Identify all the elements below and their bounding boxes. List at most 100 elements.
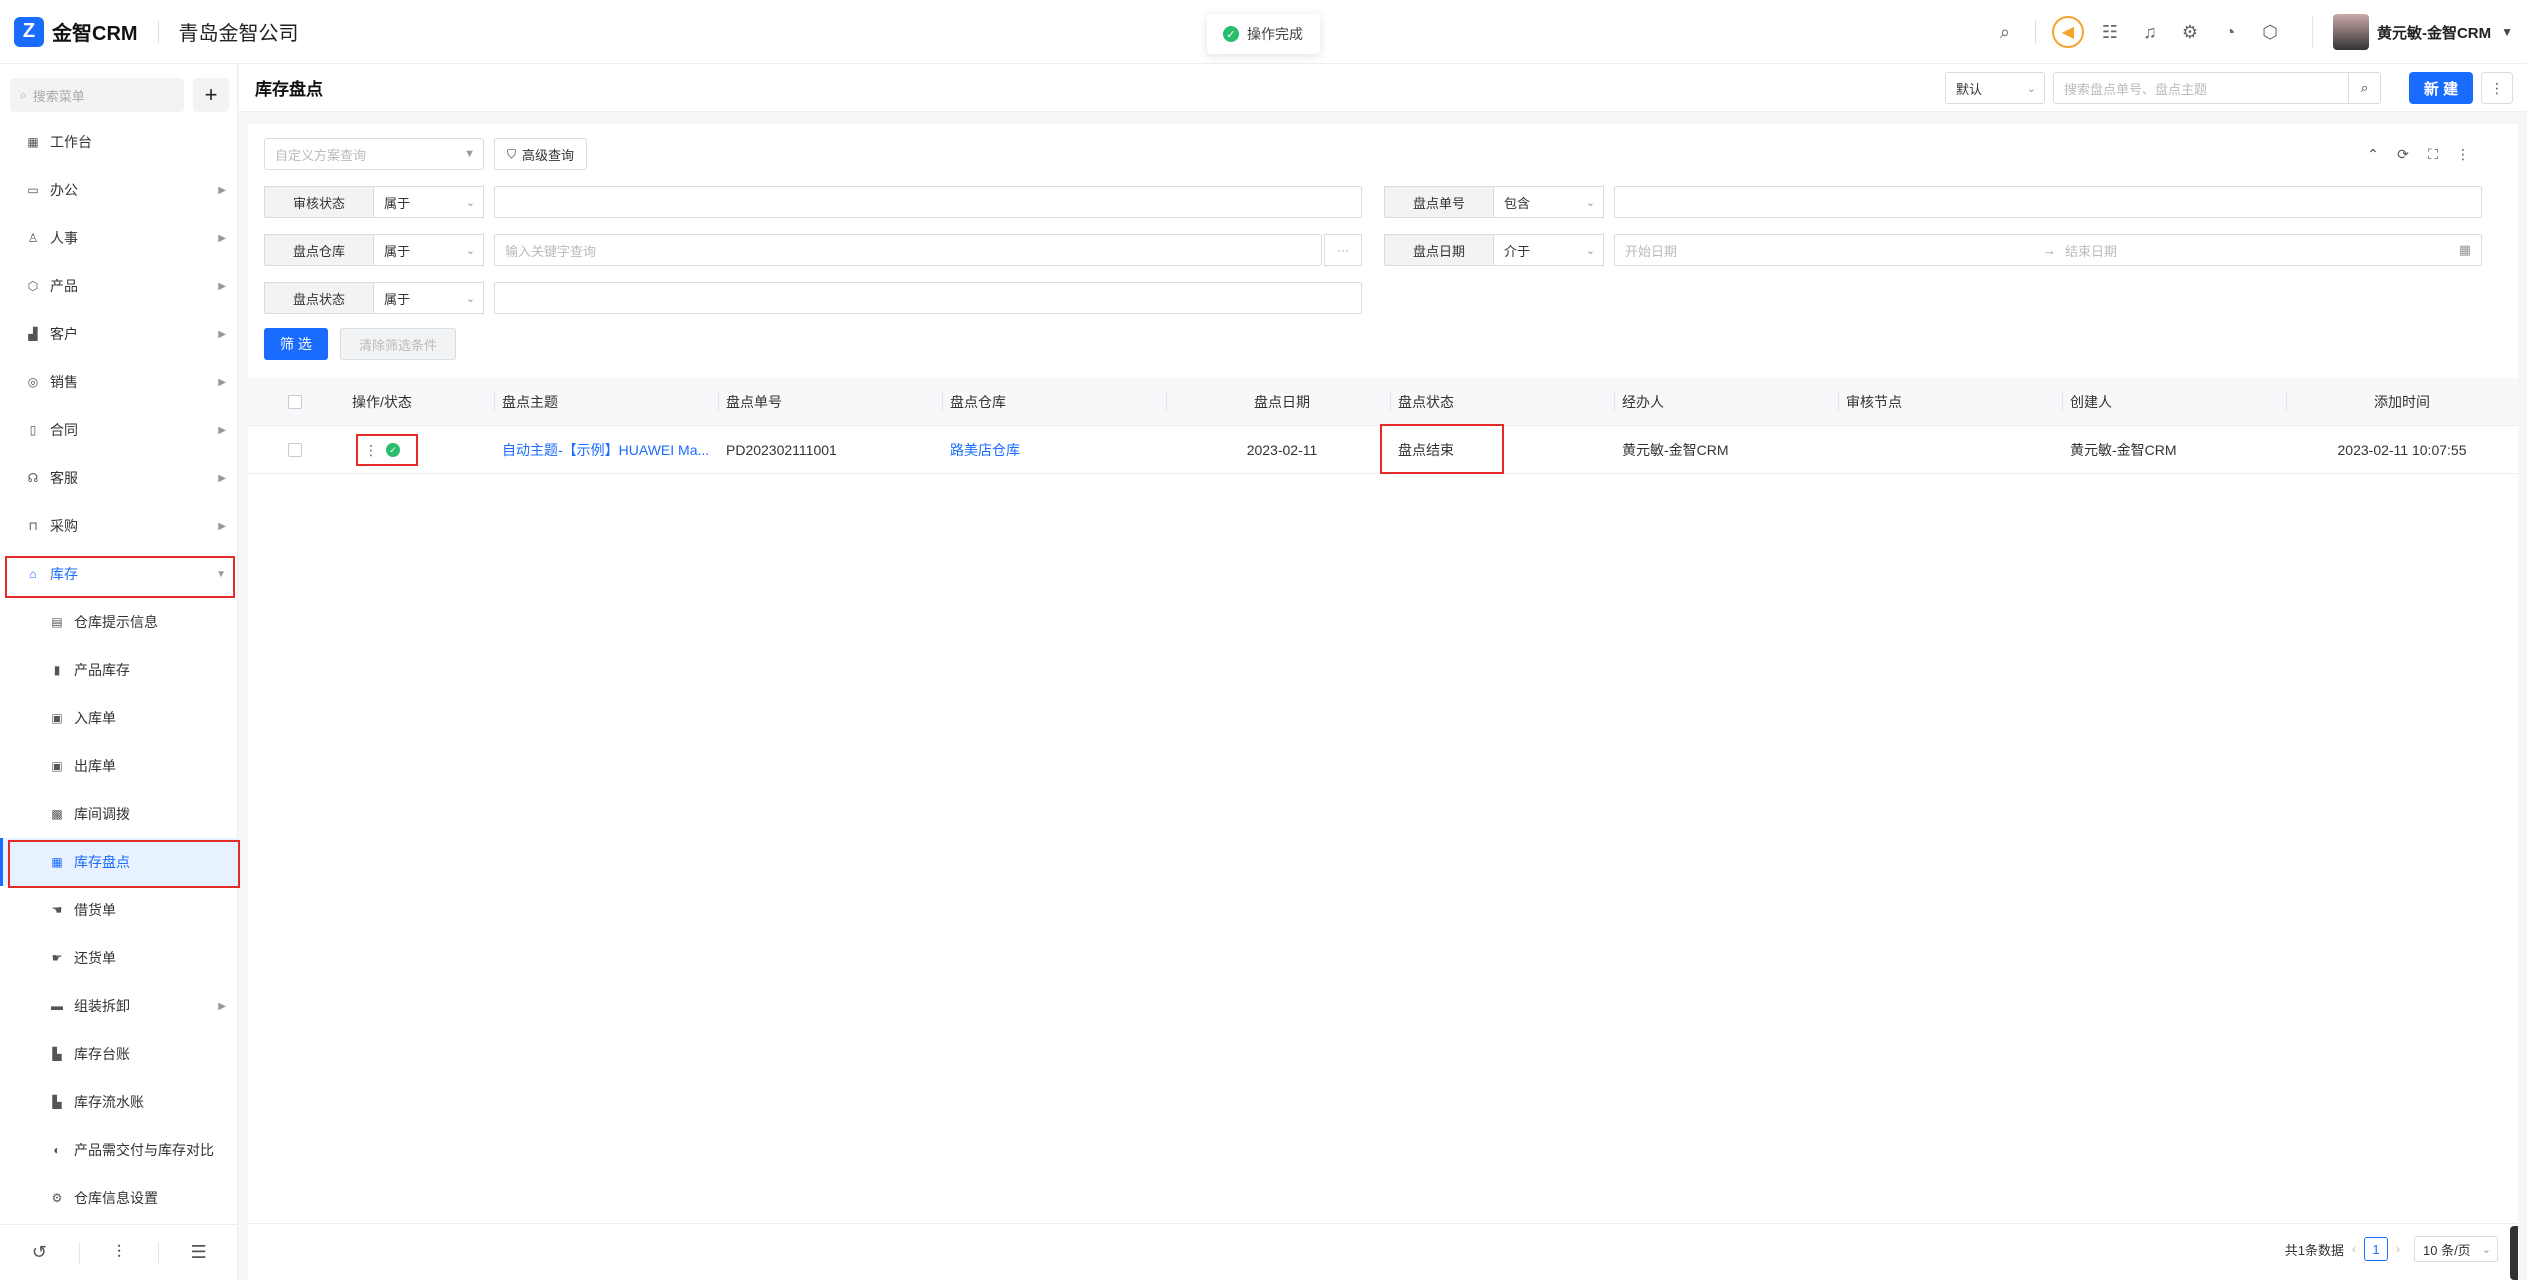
row-warehouse-link[interactable]: 路美店仓库 bbox=[950, 426, 1020, 474]
add-menu-button[interactable]: + bbox=[193, 78, 229, 112]
row-checkbox[interactable] bbox=[288, 426, 302, 474]
submenu-item-assembly[interactable]: ▬ 组装拆卸 ▶ bbox=[0, 982, 238, 1030]
submenu-item-outbound[interactable]: ▣ 出库单 bbox=[0, 742, 238, 790]
submenu-item-return[interactable]: ☛ 还货单 bbox=[0, 934, 238, 982]
column-header[interactable]: 盘点日期 bbox=[1174, 378, 1390, 426]
search-icon[interactable]: ⌕ bbox=[1985, 12, 2025, 52]
column-header[interactable]: 盘点状态 bbox=[1398, 378, 1454, 426]
prev-page-icon[interactable]: ‹ bbox=[2352, 1242, 2356, 1256]
warehouse-keyword-input[interactable]: 输入关键字查询 bbox=[494, 234, 1322, 266]
page-header: 库存盘点 默认 ⌄ 搜索盘点单号、盘点主题 ⌕ 新 建 ⋮ bbox=[239, 64, 2527, 112]
submenu-item-stocktaking[interactable]: ▦ 库存盘点 bbox=[0, 838, 240, 888]
custom-scheme-select[interactable]: 自定义方案查询 ▼ bbox=[264, 138, 484, 170]
scroll-handle[interactable] bbox=[2510, 1226, 2518, 1280]
column-header[interactable]: 审核节点 bbox=[1846, 378, 1902, 426]
new-button[interactable]: 新 建 bbox=[2409, 72, 2473, 104]
pie-chart-icon[interactable]: ◔ bbox=[2210, 12, 2250, 52]
submenu-item-compare[interactable]: ◐ 产品需交付与库存对比 bbox=[0, 1126, 238, 1174]
sidebar-item-inventory[interactable]: ⌂ 库存 ▼ bbox=[0, 550, 238, 598]
submenu-item-product-stock[interactable]: ▮ 产品库存 bbox=[0, 646, 238, 694]
submenu-item-borrow[interactable]: ☚ 借货单 bbox=[0, 886, 238, 934]
submenu-item-transfer[interactable]: ▩ 库间调拨 bbox=[0, 790, 238, 838]
filter-value-input[interactable] bbox=[1614, 186, 2482, 218]
bell-icon[interactable]: ♫ bbox=[2130, 12, 2170, 52]
sliders-icon[interactable]: ⫶ bbox=[80, 1242, 160, 1263]
submenu-item-warehouse-tips[interactable]: ▤ 仓库提示信息 bbox=[0, 598, 238, 646]
column-settings-icon[interactable]: ⋮ bbox=[2448, 146, 2478, 163]
sidebar-item-contract[interactable]: ▯ 合同 ▶ bbox=[0, 406, 238, 454]
page-size-select[interactable]: 10 条/页 ⌄ bbox=[2414, 1236, 2498, 1262]
chevron-down-icon: ⌄ bbox=[2481, 1243, 2491, 1256]
sidebar-item-product[interactable]: ⬡ 产品 ▶ bbox=[0, 262, 238, 310]
transfer-icon: ▩ bbox=[51, 807, 63, 821]
contacts-icon[interactable]: ☷ bbox=[2090, 12, 2130, 52]
logo[interactable]: Z 金智CRM bbox=[14, 16, 138, 47]
sidebar-item-service[interactable]: ☊ 客服 ▶ bbox=[0, 454, 238, 502]
row-actions[interactable]: ⋮ ✓ bbox=[356, 434, 418, 466]
page-number[interactable]: 1 bbox=[2364, 1237, 2388, 1261]
column-header[interactable]: 盘点仓库 bbox=[950, 378, 1006, 426]
chevron-down-icon: ⌄ bbox=[465, 244, 475, 257]
gear-icon[interactable]: ⚙ bbox=[2170, 12, 2210, 52]
filter-operator-value: 属于 bbox=[384, 291, 411, 307]
person-icon: ♙ bbox=[27, 231, 39, 245]
submenu-item-flow[interactable]: ▙ 库存流水账 bbox=[0, 1078, 238, 1126]
submenu-item-ledger[interactable]: ▙ 库存台账 bbox=[0, 1030, 238, 1078]
sidebar-item-office[interactable]: ▭ 办公 ▶ bbox=[0, 166, 238, 214]
chevron-down-icon: ⌄ bbox=[465, 292, 475, 305]
filter-value-input[interactable] bbox=[494, 186, 1362, 218]
sidebar-item-label: 销售 bbox=[50, 374, 78, 390]
submenu-item-label: 入库单 bbox=[74, 710, 116, 726]
filter-operator-select[interactable]: 属于 ⌄ bbox=[374, 282, 484, 314]
filter-button[interactable]: 筛 选 bbox=[264, 328, 328, 360]
ellipsis-icon[interactable]: ··· bbox=[1324, 234, 1362, 266]
filter-operator-select[interactable]: 介于 ⌄ bbox=[1494, 234, 1604, 266]
search-button[interactable]: ⌕ bbox=[2349, 72, 2381, 104]
menu-search-input[interactable]: ⌕ 搜索菜单 bbox=[10, 78, 184, 112]
submenu-item-label: 借货单 bbox=[74, 902, 116, 918]
filter-operator-select[interactable]: 属于 ⌄ bbox=[374, 186, 484, 218]
kebab-icon[interactable]: ⋮ bbox=[364, 442, 378, 459]
check-circle-icon: ✓ bbox=[1223, 26, 1239, 42]
user-menu[interactable]: 黄元敏-金智CRM ▼ bbox=[2311, 14, 2513, 50]
refresh-icon[interactable]: ⟳ bbox=[2388, 146, 2418, 163]
collapse-menu-icon[interactable]: ☰ bbox=[159, 1242, 238, 1263]
column-header[interactable]: 创建人 bbox=[2070, 378, 2112, 426]
end-date-placeholder: 结束日期 bbox=[2065, 243, 2118, 259]
submenu-item-inbound[interactable]: ▣ 入库单 bbox=[0, 694, 238, 742]
logo-text: 金智CRM bbox=[52, 23, 138, 45]
chevron-right-icon: ▶ bbox=[218, 280, 226, 292]
clear-filter-button[interactable]: 清除筛选条件 bbox=[340, 328, 456, 360]
advanced-query-button[interactable]: ⛉ 高级查询 bbox=[494, 138, 588, 170]
table-row[interactable]: ⋮ ✓ 自动主题-【示例】HUAWEI Ma... PD202302111001… bbox=[248, 424, 2518, 474]
box-icon[interactable]: ⬡ bbox=[2250, 12, 2290, 52]
fullscreen-icon[interactable]: ⛶ bbox=[2418, 146, 2448, 163]
row-number: PD202302111001 bbox=[726, 442, 837, 458]
next-page-icon[interactable]: › bbox=[2396, 1242, 2400, 1256]
collapse-up-icon[interactable]: ⌃ bbox=[2358, 146, 2388, 163]
submenu-item-settings[interactable]: ⚙ 仓库信息设置 bbox=[0, 1174, 238, 1222]
filter-value-input[interactable] bbox=[494, 282, 1362, 314]
sidebar-item-hr[interactable]: ♙ 人事 ▶ bbox=[0, 214, 238, 262]
more-actions-button[interactable]: ⋮ bbox=[2481, 72, 2513, 104]
view-select[interactable]: 默认 ⌄ bbox=[1945, 72, 2045, 104]
column-header[interactable]: 盘点单号 bbox=[726, 378, 782, 426]
history-icon[interactable]: ↺ bbox=[0, 1242, 80, 1263]
filter-operator-select[interactable]: 属于 ⌄ bbox=[374, 234, 484, 266]
sidebar-item-sales[interactable]: ◎ 销售 ▶ bbox=[0, 358, 238, 406]
row-subject-link[interactable]: 自动主题-【示例】HUAWEI Ma... bbox=[502, 426, 712, 474]
column-header[interactable]: 经办人 bbox=[1622, 378, 1664, 426]
column-header[interactable]: 盘点主题 bbox=[502, 378, 558, 426]
document-icon: ▯ bbox=[29, 423, 37, 437]
sidebar-item-purchase[interactable]: ⊓ 采购 ▶ bbox=[0, 502, 238, 550]
column-header[interactable]: 添加时间 bbox=[2294, 378, 2510, 426]
record-search-input[interactable]: 搜索盘点单号、盘点主题 bbox=[2053, 72, 2349, 104]
filter-operator-select[interactable]: 包含 ⌄ bbox=[1494, 186, 1604, 218]
megaphone-icon[interactable]: ◀ bbox=[2051, 16, 2084, 48]
sidebar-item-workbench[interactable]: ▦ 工作台 bbox=[0, 118, 238, 166]
sidebar-item-customer[interactable]: ▟ 客户 ▶ bbox=[0, 310, 238, 358]
select-all-checkbox[interactable] bbox=[288, 378, 302, 426]
filter-icon: ⛉ bbox=[507, 146, 517, 161]
date-range-picker[interactable]: 开始日期 → 结束日期 ▦ bbox=[1614, 234, 2482, 266]
sidebar-item-label: 客户 bbox=[50, 326, 78, 342]
